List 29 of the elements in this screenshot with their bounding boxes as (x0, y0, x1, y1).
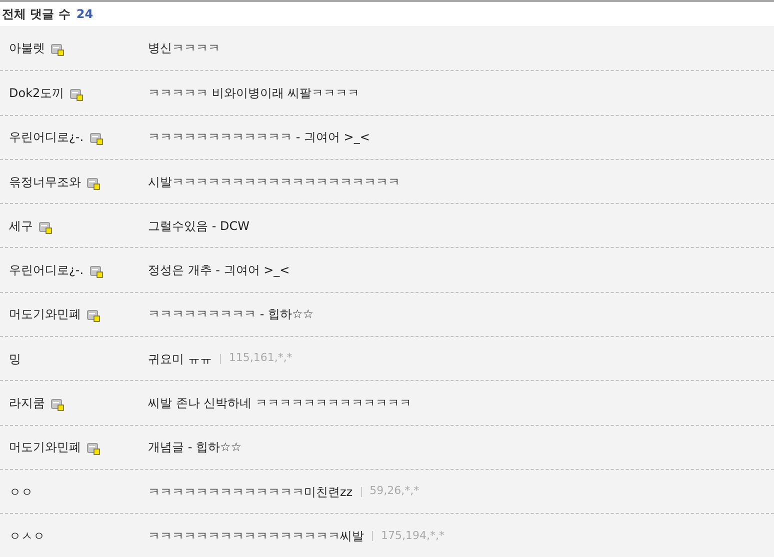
comment-text: 씨발 존나 신박하네 ㅋㅋㅋㅋㅋㅋㅋㅋㅋㅋㅋㅋㅋ (148, 395, 412, 412)
comment-author[interactable]: 아불렛 (9, 39, 45, 58)
comment-author[interactable]: 세구 (9, 216, 33, 235)
comment-author[interactable]: 머도기와민폐 (9, 305, 81, 324)
comment-text: ㅋㅋㅋㅋㅋㅋㅋㅋㅋㅋㅋㅋ - 긔여어 >_< (148, 129, 370, 146)
comment-text: ㅋㅋㅋㅋㅋ 비와이병이래 씨팔ㅋㅋㅋㅋ (148, 84, 360, 102)
comment-author[interactable]: Dok2도끼 (9, 84, 64, 102)
comment-text: 개념글 - 힙하☆☆ (148, 439, 242, 456)
comment-text: 시발ㅋㅋㅋㅋㅋㅋㅋㅋㅋㅋㅋㅋㅋㅋㅋㅋㅋㅋㅋ (148, 174, 400, 191)
ip-address: 115,161,*,* (228, 350, 292, 366)
comment-count-label: 전체 댓글 수 (2, 6, 70, 23)
comment-author[interactable]: 윾정너무조와 (9, 172, 81, 191)
comment-text: ㅋㅋㅋㅋㅋㅋㅋㅋㅋㅋㅋㅋㅋㅋㅋㅋ씨발 (148, 528, 364, 545)
comment-text: ㅋㅋㅋㅋㅋㅋㅋㅋㅋㅋㅋㅋㅋ미친련zz (148, 484, 353, 501)
comment-count: 24 (76, 6, 94, 23)
comment-author[interactable]: ㅇㅅㅇ (9, 526, 45, 545)
comment-author[interactable]: 우린어디로¿-. (9, 128, 84, 146)
comment-text: 그럴수있음 - DCW (148, 218, 250, 235)
comment-author[interactable]: 밍 (9, 350, 21, 368)
comment-text: 병신ㅋㅋㅋㅋ (148, 40, 220, 58)
comment-author[interactable]: ㅇㅇ (9, 482, 33, 501)
comment-text: 정성은 개추 - 긔여어 >_< (148, 262, 290, 280)
ip-address: 59,26,*,* (370, 483, 420, 500)
comment-text: ㅋㅋㅋㅋㅋㅋㅋㅋㅋ - 힙하☆☆ (148, 306, 314, 324)
comment-author[interactable]: 우린어디로¿-. (9, 261, 84, 280)
ip-address: 175,194,*,* (381, 528, 444, 544)
comment-author[interactable]: 머도기와민폐 (9, 438, 81, 456)
comment-author[interactable]: 라지쿰 (9, 394, 45, 412)
comment-text: 귀요미 ㅠㅠ (148, 350, 212, 368)
